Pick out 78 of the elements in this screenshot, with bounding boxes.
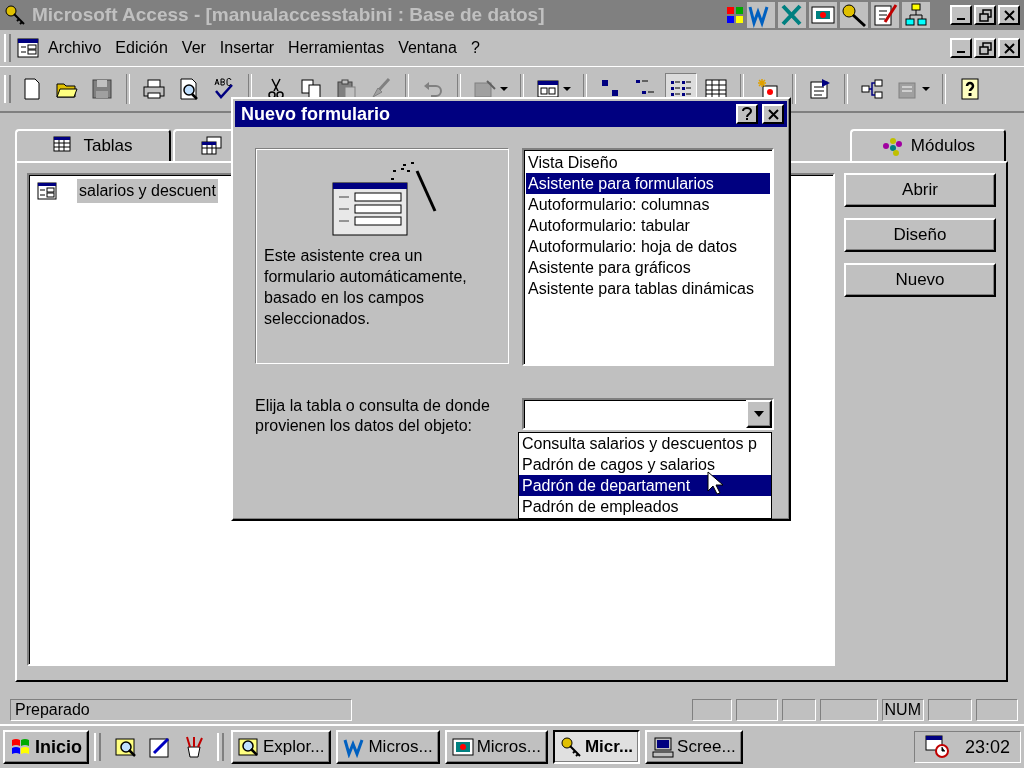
list-option[interactable]: Autoformulario: hoja de datos — [526, 236, 770, 257]
list-item[interactable]: salarios y descuent — [77, 179, 218, 203]
dialog-title: Nuevo formulario — [241, 103, 392, 125]
list-option[interactable]: Vista Diseño — [526, 152, 770, 173]
properties-icon[interactable] — [808, 77, 832, 101]
presentation-icon[interactable] — [809, 2, 837, 28]
window-title: Microsoft Access - [manualaccesstabini : Base de datos] — [32, 4, 546, 26]
help-button[interactable] — [736, 104, 758, 124]
tab[interactable]: Módulos — [850, 129, 1006, 161]
status-panel — [735, 699, 778, 721]
tab[interactable]: Tablas — [15, 129, 171, 161]
taskbar-button[interactable]: Micros... — [444, 730, 548, 764]
source-label: Elija la tabla o consulta de donde provienen los datos del objeto: — [255, 396, 491, 436]
mouse-pointer-icon — [707, 471, 723, 495]
menu-item[interactable]: Ventana — [393, 37, 462, 59]
dropdown-button[interactable] — [746, 400, 772, 428]
action-button[interactable]: Abrir — [844, 173, 996, 207]
pencil-on-window-icon[interactable] — [148, 735, 172, 759]
letter-w-icon[interactable] — [747, 2, 775, 28]
menu-item[interactable]: ? — [465, 37, 485, 59]
status-panel — [819, 699, 878, 721]
list-option[interactable]: Asistente para tablas dinámicas — [526, 278, 770, 299]
action-button[interactable]: Diseño — [844, 218, 996, 252]
source-combo-box[interactable] — [522, 398, 774, 430]
list-option[interactable]: Asistente para formularios — [526, 173, 770, 194]
status-panel — [976, 699, 1018, 721]
taskbar-button[interactable]: Explor... — [231, 730, 332, 764]
grip-handle[interactable] — [4, 34, 11, 62]
form-icon — [37, 182, 57, 200]
menu-item[interactable]: Edición — [110, 37, 173, 59]
letter-x-icon[interactable] — [778, 2, 806, 28]
relationships-icon[interactable] — [860, 77, 884, 101]
windows-flag-icon — [10, 737, 32, 757]
status-text: Preparado — [10, 699, 352, 721]
scheduler-icon[interactable] — [924, 735, 951, 759]
spell-check-icon[interactable] — [212, 77, 236, 101]
notepad-pencil-icon[interactable] — [871, 2, 899, 28]
presentation-icon — [451, 736, 474, 758]
menu-item[interactable]: Herramientas — [283, 37, 390, 59]
dropdown-option[interactable]: Padrón de cagos y salarios — [519, 454, 771, 475]
query-icon — [201, 136, 223, 156]
dropdown-option[interactable]: Consulta salarios y descuentos p — [519, 433, 771, 454]
list-option[interactable]: Asistente para gráficos — [526, 257, 770, 278]
status-panel — [928, 699, 972, 721]
grip-handle[interactable] — [4, 75, 11, 103]
database-window-icon — [17, 38, 39, 58]
grip-handle[interactable] — [94, 733, 101, 761]
description-text: Este asistente crea un formulario automáticamente, basado en los campos seleccionados. — [264, 246, 468, 329]
magnifier-icon — [238, 736, 260, 758]
question-mark-icon[interactable] — [741, 107, 753, 121]
computer-icon — [652, 736, 675, 758]
list-option[interactable]: Autoformulario: columnas — [526, 194, 770, 215]
dropdown-option[interactable]: Padrón de empleados — [519, 496, 771, 517]
taskbar-button[interactable]: Scree... — [645, 730, 743, 764]
dropdown-option[interactable]: Padrón de departament — [519, 475, 771, 496]
dropdown-arrow-icon[interactable] — [754, 411, 764, 417]
dropdown-caret-icon[interactable] — [922, 87, 930, 91]
list-option[interactable]: Autoformulario: tabular — [526, 215, 770, 236]
printer-icon[interactable] — [142, 77, 166, 101]
status-indicator: NUM — [881, 699, 924, 721]
windows-flag-icon[interactable] — [726, 6, 744, 24]
action-button[interactable]: Nuevo — [844, 263, 996, 297]
menu-item[interactable]: Insertar — [214, 37, 280, 59]
menu-item[interactable]: Archivo — [43, 37, 107, 59]
start-button[interactable]: Inicio — [3, 730, 89, 764]
help-icon[interactable] — [958, 77, 982, 101]
clock: 23:02 — [964, 736, 1010, 758]
taskbar-button[interactable]: Micros... — [336, 730, 440, 764]
dropdown-caret-icon[interactable] — [500, 87, 508, 91]
menu-item[interactable]: Ver — [176, 37, 211, 59]
flowchart-icon[interactable] — [902, 2, 930, 28]
dropdown-caret-icon[interactable] — [563, 87, 571, 91]
taskbar-button[interactable]: Micr... — [552, 730, 641, 764]
status-panel — [781, 699, 816, 721]
magnifier-icon[interactable] — [114, 735, 138, 759]
modules-icon — [880, 136, 903, 156]
status-panel — [691, 699, 732, 721]
grip-handle[interactable] — [217, 733, 224, 761]
